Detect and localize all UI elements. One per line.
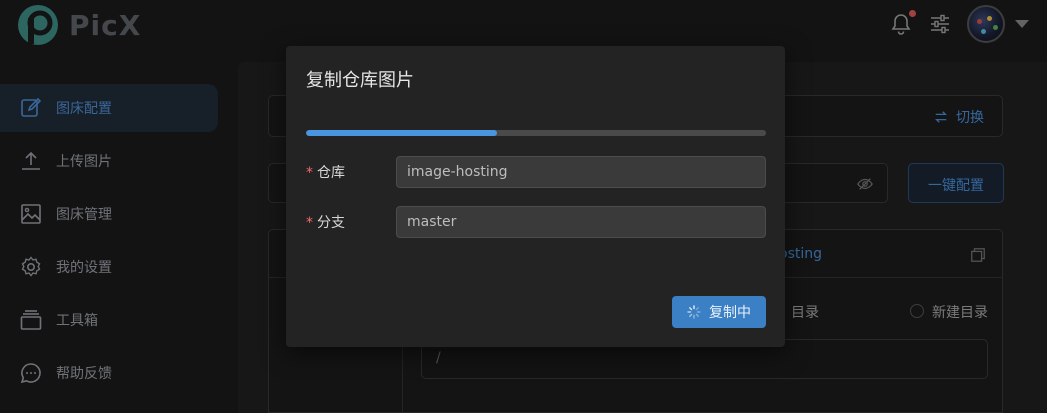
copy-button[interactable]: 复制中 bbox=[672, 296, 766, 328]
dialog-title: 复制仓库图片 bbox=[306, 70, 414, 91]
branch-field-row: * 分支 bbox=[306, 206, 766, 238]
repo-field-row: * 仓库 bbox=[306, 156, 766, 188]
copy-progress-fill bbox=[306, 130, 497, 136]
repo-input[interactable] bbox=[396, 156, 766, 188]
loading-spinner-icon bbox=[687, 305, 701, 319]
required-mark: * bbox=[306, 215, 313, 231]
repo-label-text: 仓库 bbox=[317, 165, 345, 181]
branch-input[interactable] bbox=[396, 206, 766, 238]
copy-repo-images-dialog: 复制仓库图片 *仓库 *分支 复制中 bbox=[286, 46, 785, 347]
branch-field-label: * 分支 bbox=[306, 212, 396, 232]
copy-progress-bar bbox=[306, 130, 766, 136]
copy-button-label: 复制中 bbox=[709, 304, 751, 320]
repo-field-label: * 仓库 bbox=[306, 162, 396, 182]
branch-label-text: 分支 bbox=[317, 215, 345, 231]
required-mark: * bbox=[306, 165, 313, 181]
